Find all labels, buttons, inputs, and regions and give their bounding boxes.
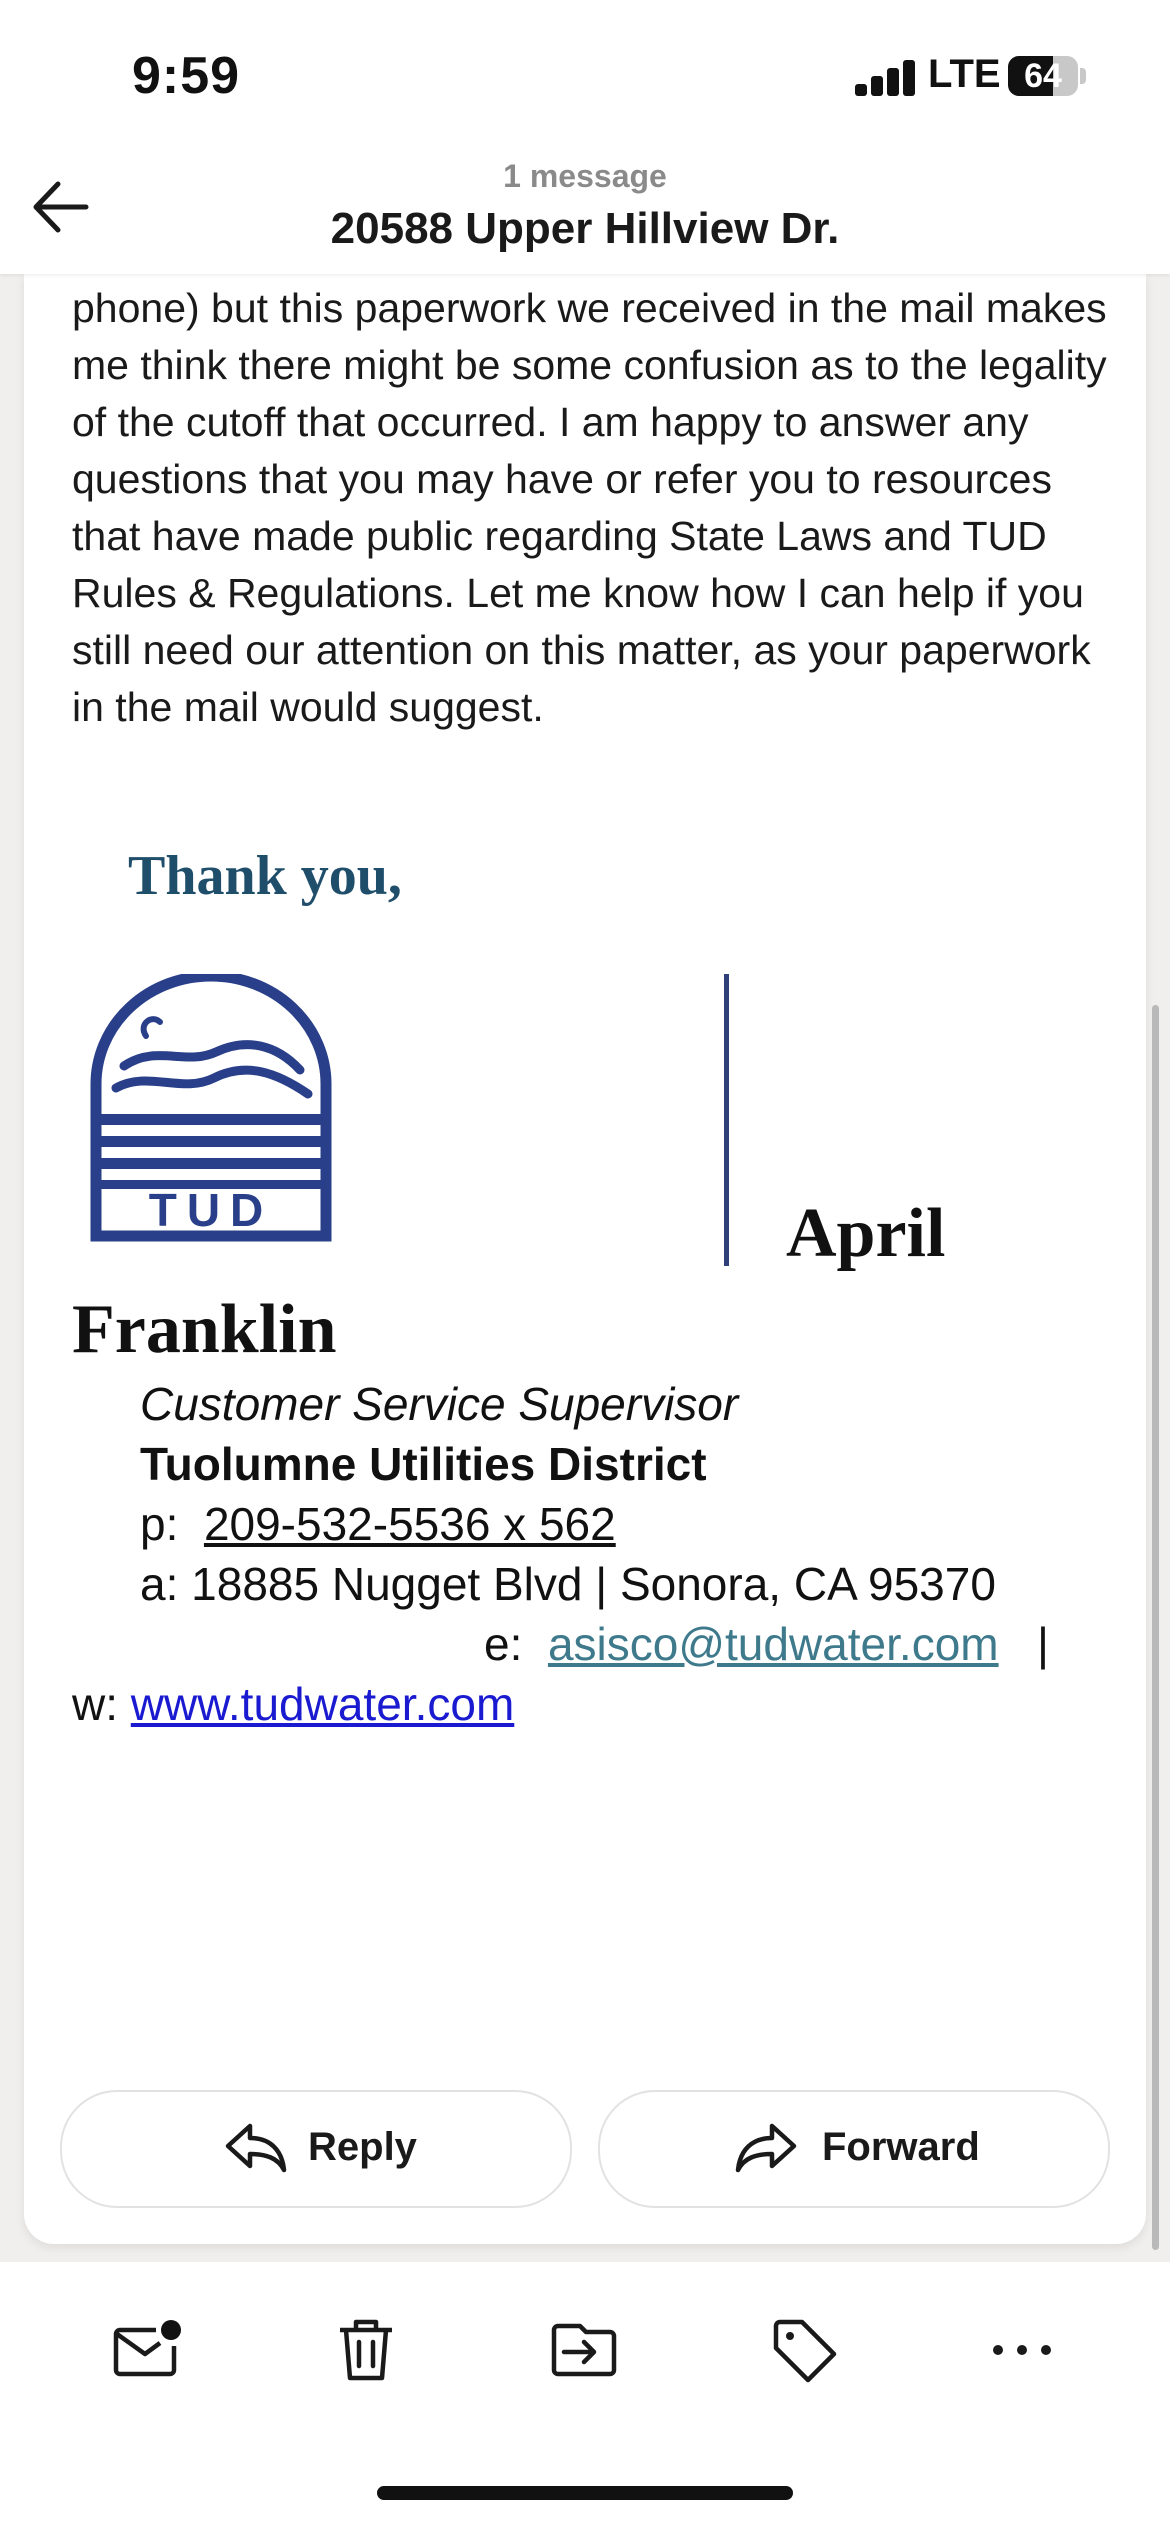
address-label: a: (140, 1558, 179, 1610)
email-label: e: (484, 1618, 523, 1670)
signature-title: Customer Service Supervisor (140, 1378, 739, 1430)
cellular-signal-icon (855, 60, 917, 96)
battery-tip (1080, 68, 1086, 84)
reply-icon (225, 2123, 287, 2173)
separator: | (1036, 1618, 1049, 1670)
signature-first-name: April (786, 1195, 946, 1272)
signature-address-row: a: 18885 Nugget Blvd | Sonora, CA 95370 (140, 1556, 996, 1612)
email-message-card: phone) but this paperwork we received in… (24, 274, 1146, 2244)
mark-unread-button[interactable] (108, 2312, 184, 2388)
mail-unread-icon (113, 2320, 181, 2377)
message-header: 1 message 20588 Upper Hillview Dr. (0, 150, 1170, 274)
email-closing: Thank you, (128, 845, 402, 907)
email-link[interactable]: asisco@tudwater.com (548, 1618, 999, 1670)
forward-button[interactable]: Forward (598, 2090, 1110, 2208)
web-label: w: (72, 1678, 118, 1730)
reply-button[interactable]: Reply (60, 2090, 572, 2208)
move-to-folder-icon (551, 2323, 617, 2377)
phone-link[interactable]: 209-532-5536 x 562 (204, 1498, 616, 1550)
more-icon (993, 2345, 1051, 2355)
status-time: 9:59 (132, 47, 241, 105)
battery-level: 64 (1024, 57, 1062, 95)
signature-web-row: w: www.tudwater.com (72, 1676, 514, 1732)
tag-icon (773, 2319, 837, 2383)
delete-button[interactable] (328, 2312, 404, 2388)
network-type: LTE (928, 52, 1001, 96)
forward-label: Forward (822, 2125, 980, 2169)
page-title: 20588 Upper Hillview Dr. (330, 204, 840, 253)
forward-icon (735, 2123, 797, 2173)
address-text: 18885 Nugget Blvd | Sonora, CA 95370 (191, 1558, 996, 1610)
reply-label: Reply (308, 2125, 417, 2169)
signature-organization: Tuolumne Utilities District (140, 1438, 707, 1490)
tud-logo: TUD (90, 974, 332, 1242)
signature-phone-row: p: 209-532-5536 x 562 (140, 1496, 616, 1552)
signature-last-name: Franklin (72, 1291, 337, 1368)
trash-icon (340, 2319, 392, 2381)
status-bar: 9:59 LTE 64 (0, 0, 1170, 150)
label-button[interactable] (766, 2312, 842, 2388)
email-body-text: phone) but this paperwork we received in… (72, 285, 1107, 730)
phone-label: p: (140, 1498, 179, 1550)
home-indicator (377, 2486, 793, 2500)
website-link[interactable]: www.tudwater.com (131, 1678, 514, 1730)
logo-text: TUD (149, 1184, 274, 1236)
scrollbar[interactable] (1152, 1005, 1159, 2250)
battery-icon: 64 (1008, 56, 1078, 96)
message-count: 1 message (503, 158, 667, 194)
move-button[interactable] (546, 2312, 622, 2388)
signature-divider (724, 974, 729, 1266)
more-button[interactable] (984, 2312, 1060, 2388)
signature-email-row: e: asisco@tudwater.com | (484, 1616, 1049, 1672)
